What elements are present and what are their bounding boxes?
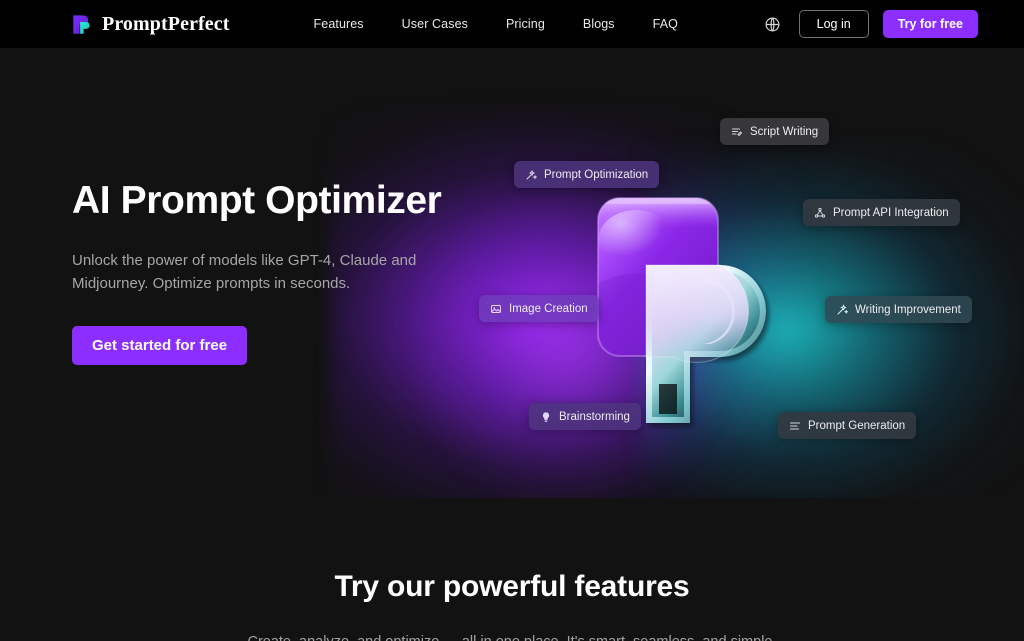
language-selector-button[interactable] [761,12,785,36]
nav-link-blogs[interactable]: Blogs [583,17,615,31]
logo-artwork-graphic [597,197,769,427]
login-button[interactable]: Log in [798,10,869,38]
pill-label: Prompt Optimization [544,168,649,181]
features-subtitle: Create, analyze, and optimize — all in o… [0,634,1024,641]
pill-label: Script Writing [750,125,819,138]
magic-wand-icon [526,169,537,179]
glass-overlay-layer [645,264,750,364]
promptperfect-3d-logo [590,188,830,438]
brand-logo[interactable]: PromptPerfect [72,13,230,36]
nav-link-features[interactable]: Features [314,17,364,31]
hero-subtitle: Unlock the power of models like GPT-4, C… [72,252,417,293]
features-title: Try our powerful features [334,570,690,603]
pill-label: Image Creation [509,302,588,315]
pill-image-creation[interactable]: Image Creation [479,295,599,322]
nav-links: Features User Cases Pricing Blogs FAQ [314,17,678,31]
pill-label: Writing Improvement [855,303,961,316]
image-icon [491,304,501,313]
list-lines-icon [790,422,800,429]
nav-link-faq[interactable]: FAQ [653,17,678,31]
pill-prompt-optimization[interactable]: Prompt Optimization [514,161,660,188]
brand-name: PromptPerfect [102,12,230,35]
hero-copy: AI Prompt Optimizer Unlock the power of … [72,179,492,365]
nav-link-pricing[interactable]: Pricing [506,17,545,31]
landing-page: PromptPerfect Features User Cases Pricin… [0,0,1024,641]
get-started-button[interactable]: Get started for free [72,325,248,365]
pill-writing-improvement[interactable]: Writing Improvement [825,296,972,323]
navbar-actions: Log in Try for free [761,10,978,38]
promptperfect-logo-icon [73,14,90,34]
pill-script-writing[interactable]: Script Writing [720,118,830,145]
top-navbar: PromptPerfect Features User Cases Pricin… [0,0,1024,48]
lightbulb-icon [542,411,550,422]
hero-section: AI Prompt Optimizer Unlock the power of … [0,48,1024,498]
try-for-free-button[interactable]: Try for free [882,10,978,38]
pill-label: Prompt API Integration [833,206,949,219]
hero-title: AI Prompt Optimizer [72,179,442,222]
globe-icon [765,17,780,31]
pill-prompt-api-integration[interactable]: Prompt API Integration [803,199,960,226]
nav-link-user-cases[interactable]: User Cases [402,17,468,31]
wand-sparkle-icon [837,303,848,314]
pill-label: Prompt Generation [808,419,906,432]
pill-prompt-generation[interactable]: Prompt Generation [778,412,917,439]
script-edit-icon [732,128,743,136]
pill-label: Brainstorming [559,410,630,423]
features-section: Try our powerful features Create, analyz… [0,498,1024,641]
pill-brainstorming[interactable]: Brainstorming [529,403,641,430]
api-node-icon [814,207,826,218]
